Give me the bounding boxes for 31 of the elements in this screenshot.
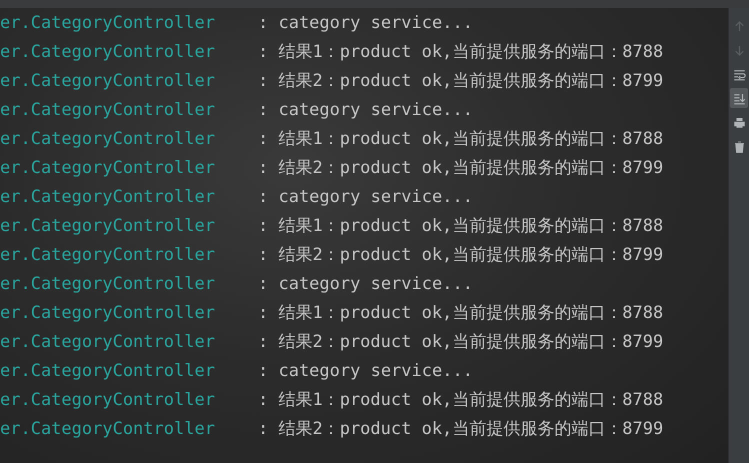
log-message: : category service... — [258, 360, 473, 380]
logger-name: er.CategoryController — [0, 70, 216, 90]
logger-name: er.CategoryController — [0, 158, 216, 178]
logger-name: er.CategoryController — [0, 216, 216, 236]
log-message: : 结果2：product ok,当前提供服务的端口：8799 — [258, 70, 664, 92]
scroll-to-end-button[interactable] — [730, 88, 748, 108]
logger-name: er.CategoryController — [0, 128, 216, 148]
log-message: : category service... — [258, 100, 473, 120]
logger-name: er.CategoryController — [0, 244, 216, 264]
log-message: : 结果1：product ok,当前提供服务的端口：8788 — [258, 41, 664, 63]
log-message: : 结果2：product ok,当前提供服务的端口：8799 — [258, 244, 664, 266]
logger-name: er.CategoryController — [0, 390, 216, 410]
log-message: : 结果1：product ok,当前提供服务的端口：8788 — [258, 128, 664, 150]
logger-name: er.CategoryController — [0, 332, 216, 352]
log-message: : category service... — [258, 274, 473, 294]
log-message: : 结果2：product ok,当前提供服务的端口：8799 — [258, 157, 664, 179]
log-message: : 结果2：product ok,当前提供服务的端口：8799 — [258, 418, 664, 440]
logger-name: er.CategoryController — [0, 42, 216, 62]
logger-name: er.CategoryController — [0, 418, 216, 438]
log-message: : 结果1：product ok,当前提供服务的端口：8788 — [258, 389, 664, 411]
logger-name: er.CategoryController — [0, 12, 216, 32]
logger-name: er.CategoryController — [0, 100, 216, 120]
log-message: : category service... — [258, 12, 473, 32]
logger-name: er.CategoryController — [0, 274, 216, 294]
log-message: : 结果2：product ok,当前提供服务的端口：8799 — [258, 331, 664, 353]
log-message: : 结果1：product ok,当前提供服务的端口：8788 — [258, 302, 664, 324]
log-message: : 结果1：product ok,当前提供服务的端口：8788 — [258, 215, 664, 237]
logger-name: er.CategoryController — [0, 302, 216, 322]
logger-name: er.CategoryController — [0, 186, 216, 206]
logger-name: er.CategoryController — [0, 360, 216, 380]
log-message: : category service... — [258, 186, 473, 206]
